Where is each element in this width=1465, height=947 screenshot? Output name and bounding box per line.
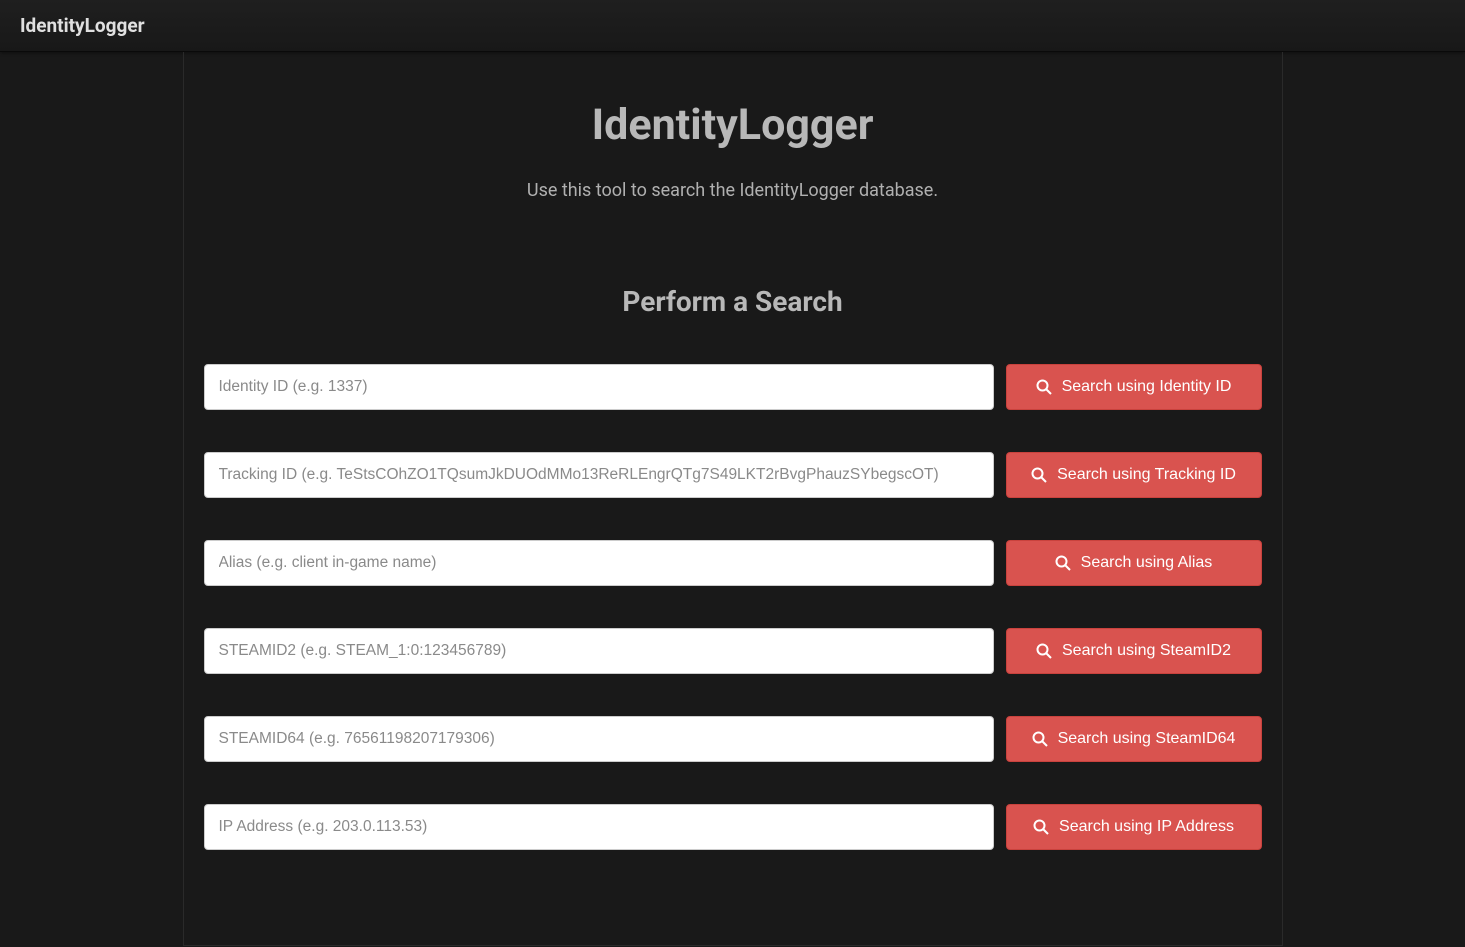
search-steamid2-button[interactable]: Search using SteamID2 [1006,628,1262,674]
search-icon [1032,731,1048,747]
search-row-ip-address: Search using IP Address [204,804,1262,850]
tracking-id-input[interactable] [204,452,994,498]
search-row-steamid64: Search using SteamID64 [204,716,1262,762]
button-label: Search using Tracking ID [1057,466,1236,484]
button-label: Search using SteamID2 [1062,642,1231,660]
search-icon [1031,467,1047,483]
search-section-title: Perform a Search [204,285,1262,318]
ip-address-input[interactable] [204,804,994,850]
main-container: IdentityLogger Use this tool to search t… [183,52,1283,946]
search-row-tracking-id: Search using Tracking ID [204,452,1262,498]
search-row-identity-id: Search using Identity ID [204,364,1262,410]
button-label: Search using Identity ID [1062,378,1232,396]
button-label: Search using Alias [1081,554,1213,572]
page-subtitle: Use this tool to search the IdentityLogg… [204,180,1262,201]
page-title: IdentityLogger [204,100,1262,150]
identity-id-input[interactable] [204,364,994,410]
search-icon [1036,379,1052,395]
navbar-brand[interactable]: IdentityLogger [20,14,145,37]
search-icon [1033,819,1049,835]
steamid2-input[interactable] [204,628,994,674]
button-label: Search using SteamID64 [1058,730,1236,748]
navbar: IdentityLogger [0,0,1465,52]
search-steamid64-button[interactable]: Search using SteamID64 [1006,716,1262,762]
search-row-steamid2: Search using SteamID2 [204,628,1262,674]
steamid64-input[interactable] [204,716,994,762]
search-ip-address-button[interactable]: Search using IP Address [1006,804,1262,850]
search-tracking-id-button[interactable]: Search using Tracking ID [1006,452,1262,498]
search-identity-id-button[interactable]: Search using Identity ID [1006,364,1262,410]
alias-input[interactable] [204,540,994,586]
search-icon [1055,555,1071,571]
search-alias-button[interactable]: Search using Alias [1006,540,1262,586]
button-label: Search using IP Address [1059,818,1234,836]
search-row-alias: Search using Alias [204,540,1262,586]
search-icon [1036,643,1052,659]
